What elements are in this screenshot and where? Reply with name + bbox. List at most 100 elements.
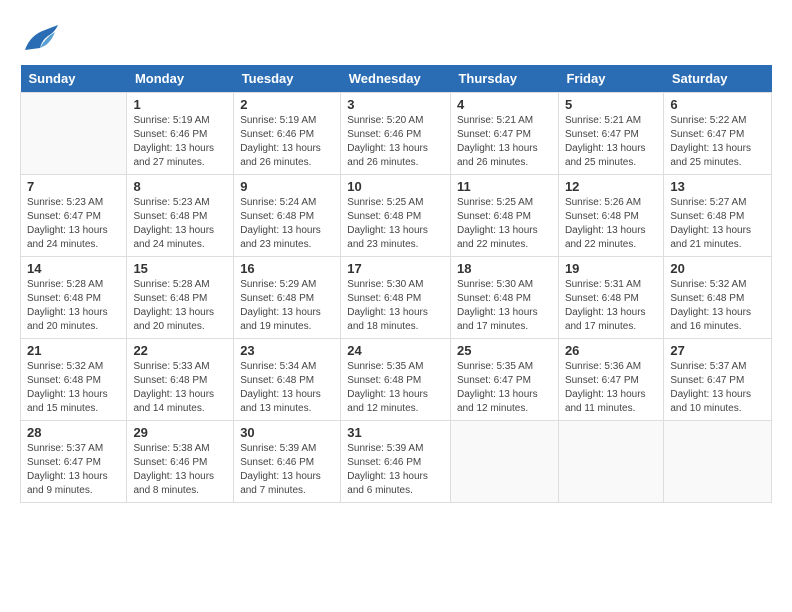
calendar-day-cell: 5Sunrise: 5:21 AM Sunset: 6:47 PM Daylig… <box>558 93 663 175</box>
calendar-day-cell <box>558 421 663 503</box>
day-number: 1 <box>133 97 227 112</box>
day-number: 18 <box>457 261 552 276</box>
day-number: 6 <box>670 97 765 112</box>
calendar-day-cell <box>21 93 127 175</box>
day-info: Sunrise: 5:31 AM Sunset: 6:48 PM Dayligh… <box>565 278 657 334</box>
day-info: Sunrise: 5:39 AM Sunset: 6:46 PM Dayligh… <box>347 442 444 498</box>
calendar-day-cell: 31 Sunrise: 5:39 AM Sunset: 6:46 PM Dayli… <box>341 421 451 503</box>
calendar-day-cell: 3 Sunrise: 5:20 AM Sunset: 6:46 PM Daylig… <box>341 93 451 175</box>
calendar-day-cell: 22Sunrise: 5:33 AM Sunset: 6:48 PM Dayli… <box>127 339 234 421</box>
day-number: 11 <box>457 179 552 194</box>
calendar-day-cell: 16 Sunrise: 5:29 AM Sunset: 6:48 PM Dayli… <box>234 257 341 339</box>
calendar-table: SundayMondayTuesdayWednesdayThursdayFrid… <box>20 65 772 503</box>
day-info: Sunrise: 5:39 AM Sunset: 6:46 PM Dayligh… <box>240 442 334 498</box>
day-number: 20 <box>670 261 765 276</box>
calendar-header-row: SundayMondayTuesdayWednesdayThursdayFrid… <box>21 65 772 93</box>
day-of-week-header: Monday <box>127 65 234 93</box>
calendar-day-cell: 27 Sunrise: 5:37 AM Sunset: 6:47 PM Dayli… <box>664 339 772 421</box>
calendar-day-cell: 23Sunrise: 5:34 AM Sunset: 6:48 PM Dayli… <box>234 339 341 421</box>
calendar-day-cell: 4 Sunrise: 5:21 AM Sunset: 6:47 PM Daylig… <box>450 93 558 175</box>
day-info: Sunrise: 5:27 AM Sunset: 6:48 PM Dayligh… <box>670 196 765 252</box>
day-of-week-header: Sunday <box>21 65 127 93</box>
day-info: Sunrise: 5:25 AM Sunset: 6:48 PM Dayligh… <box>347 196 444 252</box>
day-info: Sunrise: 5:38 AM Sunset: 6:46 PM Dayligh… <box>133 442 227 498</box>
day-of-week-header: Wednesday <box>341 65 451 93</box>
day-number: 21 <box>27 343 120 358</box>
day-info: Sunrise: 5:34 AM Sunset: 6:48 PM Dayligh… <box>240 360 334 416</box>
day-of-week-header: Thursday <box>450 65 558 93</box>
calendar-day-cell: 18Sunrise: 5:30 AM Sunset: 6:48 PM Dayli… <box>450 257 558 339</box>
day-number: 30 <box>240 425 334 440</box>
calendar-day-cell: 28 Sunrise: 5:37 AM Sunset: 6:47 PM Dayli… <box>21 421 127 503</box>
logo-icon <box>20 20 60 55</box>
day-info: Sunrise: 5:29 AM Sunset: 6:48 PM Dayligh… <box>240 278 334 334</box>
calendar-day-cell: 15Sunrise: 5:28 AM Sunset: 6:48 PM Dayli… <box>127 257 234 339</box>
calendar-day-cell: 25 Sunrise: 5:35 AM Sunset: 6:47 PM Dayli… <box>450 339 558 421</box>
day-info: Sunrise: 5:32 AM Sunset: 6:48 PM Dayligh… <box>27 360 120 416</box>
day-number: 7 <box>27 179 120 194</box>
day-number: 2 <box>240 97 334 112</box>
day-number: 16 <box>240 261 334 276</box>
calendar-day-cell: 8 Sunrise: 5:23 AM Sunset: 6:48 PM Daylig… <box>127 175 234 257</box>
day-info: Sunrise: 5:28 AM Sunset: 6:48 PM Dayligh… <box>27 278 120 334</box>
day-info: Sunrise: 5:19 AM Sunset: 6:46 PM Dayligh… <box>240 114 334 170</box>
day-of-week-header: Friday <box>558 65 663 93</box>
day-number: 12 <box>565 179 657 194</box>
calendar-day-cell: 13 Sunrise: 5:27 AM Sunset: 6:48 PM Dayli… <box>664 175 772 257</box>
calendar-week-row: 28 Sunrise: 5:37 AM Sunset: 6:47 PM Dayli… <box>21 421 772 503</box>
day-info: Sunrise: 5:21 AM Sunset: 6:47 PM Dayligh… <box>565 114 657 170</box>
day-number: 9 <box>240 179 334 194</box>
calendar-day-cell <box>450 421 558 503</box>
calendar-day-cell: 29 Sunrise: 5:38 AM Sunset: 6:46 PM Dayli… <box>127 421 234 503</box>
day-info: Sunrise: 5:36 AM Sunset: 6:47 PM Dayligh… <box>565 360 657 416</box>
calendar-day-cell: 11Sunrise: 5:25 AM Sunset: 6:48 PM Dayli… <box>450 175 558 257</box>
logo <box>20 20 66 55</box>
day-of-week-header: Saturday <box>664 65 772 93</box>
day-number: 25 <box>457 343 552 358</box>
day-info: Sunrise: 5:20 AM Sunset: 6:46 PM Dayligh… <box>347 114 444 170</box>
day-info: Sunrise: 5:21 AM Sunset: 6:47 PM Dayligh… <box>457 114 552 170</box>
calendar-week-row: 7 Sunrise: 5:23 AM Sunset: 6:47 PM Daylig… <box>21 175 772 257</box>
day-number: 15 <box>133 261 227 276</box>
day-number: 26 <box>565 343 657 358</box>
day-info: Sunrise: 5:37 AM Sunset: 6:47 PM Dayligh… <box>27 442 120 498</box>
calendar-day-cell: 20 Sunrise: 5:32 AM Sunset: 6:48 PM Dayli… <box>664 257 772 339</box>
calendar-day-cell: 14 Sunrise: 5:28 AM Sunset: 6:48 PM Dayli… <box>21 257 127 339</box>
calendar-day-cell <box>664 421 772 503</box>
day-info: Sunrise: 5:26 AM Sunset: 6:48 PM Dayligh… <box>565 196 657 252</box>
day-info: Sunrise: 5:30 AM Sunset: 6:48 PM Dayligh… <box>347 278 444 334</box>
day-number: 13 <box>670 179 765 194</box>
calendar-week-row: 1 Sunrise: 5:19 AM Sunset: 6:46 PM Daylig… <box>21 93 772 175</box>
day-number: 29 <box>133 425 227 440</box>
calendar-day-cell: 1Sunrise: 5:19 AM Sunset: 6:46 PM Daylig… <box>127 93 234 175</box>
calendar-day-cell: 12 Sunrise: 5:26 AM Sunset: 6:48 PM Dayli… <box>558 175 663 257</box>
day-number: 3 <box>347 97 444 112</box>
calendar-day-cell: 26 Sunrise: 5:36 AM Sunset: 6:47 PM Dayli… <box>558 339 663 421</box>
day-info: Sunrise: 5:37 AM Sunset: 6:47 PM Dayligh… <box>670 360 765 416</box>
day-info: Sunrise: 5:23 AM Sunset: 6:48 PM Dayligh… <box>133 196 227 252</box>
day-info: Sunrise: 5:33 AM Sunset: 6:48 PM Dayligh… <box>133 360 227 416</box>
day-number: 4 <box>457 97 552 112</box>
day-number: 19 <box>565 261 657 276</box>
day-number: 10 <box>347 179 444 194</box>
day-number: 28 <box>27 425 120 440</box>
calendar-week-row: 14 Sunrise: 5:28 AM Sunset: 6:48 PM Dayli… <box>21 257 772 339</box>
day-number: 8 <box>133 179 227 194</box>
day-number: 27 <box>670 343 765 358</box>
day-number: 31 <box>347 425 444 440</box>
day-info: Sunrise: 5:23 AM Sunset: 6:47 PM Dayligh… <box>27 196 120 252</box>
calendar-day-cell: 24 Sunrise: 5:35 AM Sunset: 6:48 PM Dayli… <box>341 339 451 421</box>
calendar-day-cell: 10 Sunrise: 5:25 AM Sunset: 6:48 PM Dayli… <box>341 175 451 257</box>
day-number: 17 <box>347 261 444 276</box>
day-info: Sunrise: 5:35 AM Sunset: 6:47 PM Dayligh… <box>457 360 552 416</box>
page-header <box>20 20 772 55</box>
day-info: Sunrise: 5:35 AM Sunset: 6:48 PM Dayligh… <box>347 360 444 416</box>
calendar-day-cell: 17 Sunrise: 5:30 AM Sunset: 6:48 PM Dayli… <box>341 257 451 339</box>
day-info: Sunrise: 5:22 AM Sunset: 6:47 PM Dayligh… <box>670 114 765 170</box>
calendar-day-cell: 21 Sunrise: 5:32 AM Sunset: 6:48 PM Dayli… <box>21 339 127 421</box>
day-info: Sunrise: 5:32 AM Sunset: 6:48 PM Dayligh… <box>670 278 765 334</box>
day-info: Sunrise: 5:24 AM Sunset: 6:48 PM Dayligh… <box>240 196 334 252</box>
day-number: 14 <box>27 261 120 276</box>
day-number: 24 <box>347 343 444 358</box>
calendar-day-cell: 7 Sunrise: 5:23 AM Sunset: 6:47 PM Daylig… <box>21 175 127 257</box>
